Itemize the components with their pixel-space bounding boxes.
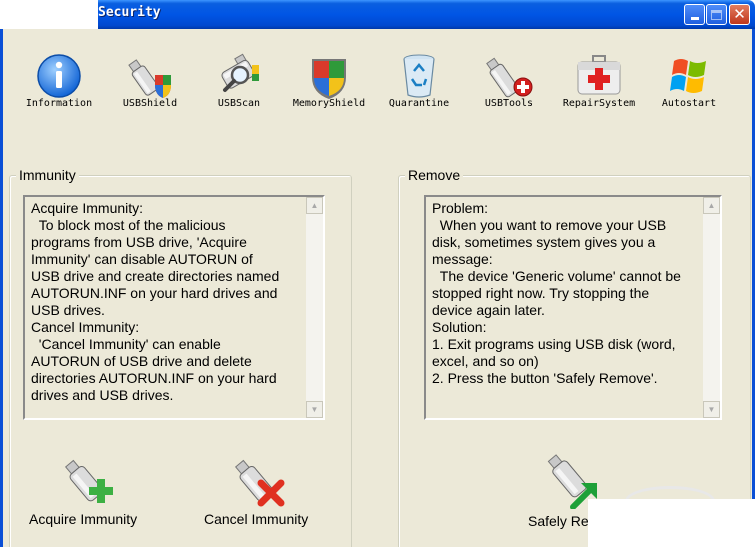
chevron-down-icon: ▼: [707, 405, 716, 414]
usb-cross-icon: [234, 459, 285, 507]
toolbar-autostart[interactable]: Autostart: [647, 51, 731, 123]
chevron-down-icon: ▼: [310, 405, 319, 414]
close-button[interactable]: ✕: [729, 4, 750, 25]
scroll-down-button[interactable]: ▼: [306, 401, 323, 418]
window-client: Information USBShield USBScan MemoryShie…: [0, 29, 755, 547]
minimize-icon: [690, 17, 699, 20]
info-icon: [37, 54, 81, 98]
cancel-immunity-label: Cancel Immunity: [204, 511, 309, 527]
immunity-description-text: Acquire Immunity: To block most of the m…: [31, 200, 280, 403]
window-title: Security: [98, 5, 161, 20]
toolbar-label: MemoryShield: [292, 98, 366, 109]
memory-shield-icon: [312, 59, 346, 99]
recycle-bin-icon: [403, 54, 435, 98]
usb-shield-icon: [128, 59, 171, 98]
toolbar-usbshield[interactable]: USBShield: [108, 51, 192, 123]
toolbar-information[interactable]: Information: [17, 51, 101, 123]
remove-group-label: Remove: [405, 167, 464, 183]
scroll-up-button[interactable]: ▲: [703, 197, 720, 214]
toolbar-memoryshield[interactable]: MemoryShield: [287, 51, 371, 123]
vertical-scrollbar[interactable]: ▲ ▼: [306, 197, 323, 418]
remove-description[interactable]: Problem: When you want to remove your US…: [424, 195, 722, 420]
toolbar-usbtools[interactable]: USBTools: [467, 51, 551, 123]
scroll-up-button[interactable]: ▲: [306, 197, 323, 214]
first-aid-kit-icon: [577, 55, 621, 95]
title-mask: [0, 0, 98, 29]
remove-description-text: Problem: When you want to remove your US…: [432, 200, 681, 386]
acquire-immunity-label: Acquire Immunity: [29, 511, 138, 527]
acquire-immunity-button[interactable]: Acquire Immunity: [29, 453, 159, 533]
toolbar-label: RepairSystem: [562, 98, 636, 109]
toolbar-label: Quarantine: [388, 98, 450, 109]
vertical-scrollbar[interactable]: ▲ ▼: [703, 197, 720, 418]
usb-tools-icon: [486, 57, 533, 98]
toolbar-repairsystem[interactable]: RepairSystem: [557, 51, 641, 123]
toolbar-usbscan[interactable]: USBScan: [197, 51, 281, 123]
windows-flag-icon: [670, 59, 706, 93]
toolbar-label: Autostart: [661, 98, 717, 109]
close-icon: ✕: [733, 5, 746, 23]
toolbar-quarantine[interactable]: Quarantine: [377, 51, 461, 123]
immunity-group-label: Immunity: [16, 167, 79, 183]
usb-plus-icon: [64, 459, 113, 503]
toolbar-label: USBShield: [122, 98, 178, 109]
chevron-up-icon: ▲: [310, 201, 319, 210]
cancel-immunity-button[interactable]: Cancel Immunity: [199, 453, 329, 533]
toolbar-label: USBTools: [484, 98, 534, 109]
minimize-button[interactable]: [684, 4, 705, 25]
maximize-button[interactable]: [706, 4, 727, 25]
chevron-up-icon: ▲: [707, 201, 716, 210]
maximize-icon: [711, 9, 722, 20]
toolbar-label: USBScan: [217, 98, 261, 109]
usb-scan-icon: [221, 53, 259, 92]
corner-mask: [588, 499, 755, 547]
toolbar-label: Information: [25, 98, 93, 109]
safely-remove-label: Safely Re: [528, 513, 589, 529]
scroll-down-button[interactable]: ▼: [703, 401, 720, 418]
immunity-description[interactable]: Acquire Immunity: To block most of the m…: [23, 195, 325, 420]
